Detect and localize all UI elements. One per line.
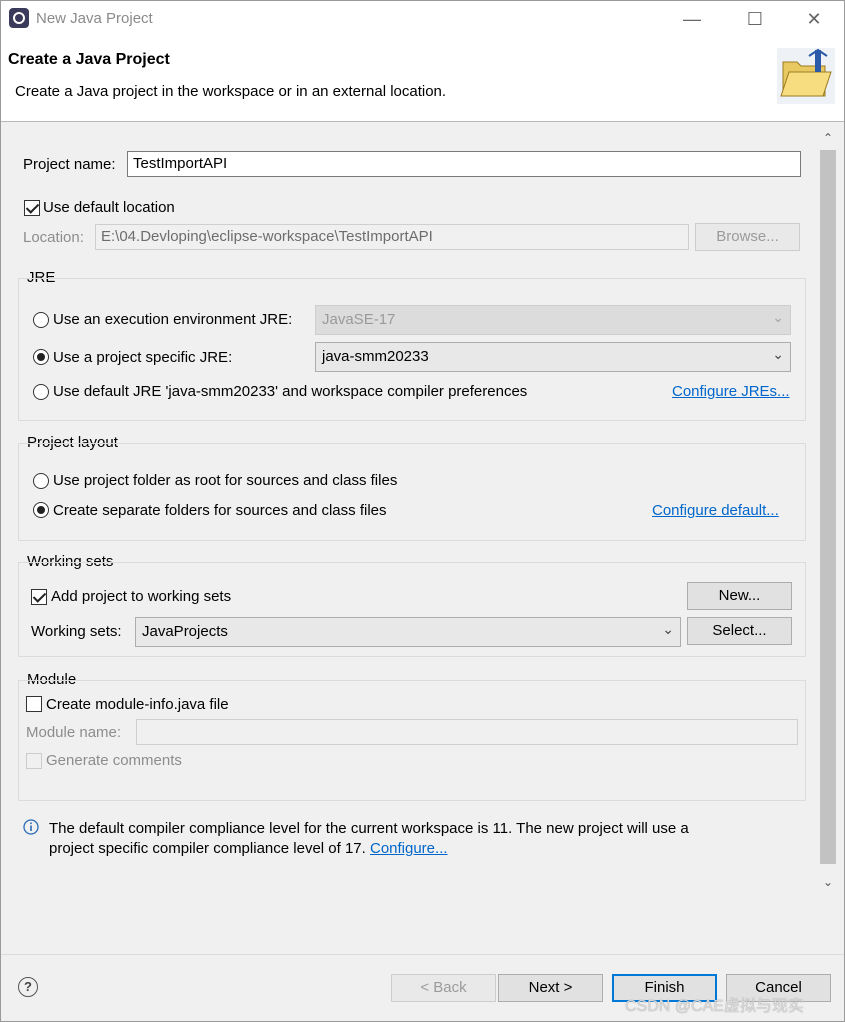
- project-name-input[interactable]: TestImportAPI: [127, 151, 801, 177]
- chevron-down-icon: ⌄: [662, 621, 674, 637]
- add-to-working-sets-label: Add project to working sets: [51, 588, 232, 605]
- module-name-input[interactable]: [136, 719, 798, 745]
- create-module-info-checkbox[interactable]: [26, 696, 42, 712]
- new-working-set-button[interactable]: New...: [687, 582, 792, 610]
- scrollbar-thumb[interactable]: [820, 150, 836, 864]
- add-to-working-sets-checkbox[interactable]: [31, 589, 47, 605]
- select-working-sets-button[interactable]: Select...: [687, 617, 792, 645]
- project-specific-jre-label: Use a project specific JRE:: [53, 349, 233, 366]
- browse-button[interactable]: Browse...: [695, 223, 800, 251]
- exec-env-jre-select[interactable]: JavaSE-17 ⌄: [315, 305, 791, 335]
- info-icon: [23, 819, 39, 835]
- location-label: Location:: [23, 229, 84, 246]
- create-module-info-label: Create module-info.java file: [46, 696, 229, 713]
- watermark: CSDN @CAE虚拟与现实: [625, 998, 804, 1015]
- location-input[interactable]: E:\04.Devloping\eclipse-workspace\TestIm…: [95, 224, 689, 250]
- separate-folders-radio[interactable]: [33, 502, 49, 518]
- working-sets-value: JavaProjects: [142, 623, 228, 640]
- use-default-location-label: Use default location: [43, 199, 175, 216]
- window-title: New Java Project: [36, 10, 153, 27]
- chevron-down-icon: ⌄: [772, 346, 784, 362]
- generate-comments-checkbox[interactable]: [26, 753, 42, 769]
- layout-group: [18, 443, 806, 541]
- separate-folders-label: Create separate folders for sources and …: [53, 502, 387, 519]
- exec-env-jre-radio[interactable]: [33, 312, 49, 328]
- default-jre-radio[interactable]: [33, 384, 49, 400]
- chevron-down-icon: ⌄: [772, 309, 784, 325]
- close-icon[interactable]: ✕: [794, 6, 834, 32]
- project-name-label: Project name:: [23, 156, 116, 173]
- help-icon[interactable]: ?: [18, 977, 38, 997]
- maximize-icon[interactable]: ☐: [735, 6, 775, 32]
- scroll-up-icon[interactable]: ⌃: [818, 129, 838, 147]
- module-name-label: Module name:: [26, 724, 122, 741]
- root-folder-label: Use project folder as root for sources a…: [53, 472, 398, 489]
- page-description: Create a Java project in the workspace o…: [15, 83, 447, 100]
- info-message-text: project specific compiler compliance lev…: [49, 840, 366, 857]
- exec-env-jre-value: JavaSE-17: [322, 311, 396, 328]
- exec-env-jre-label: Use an execution environment JRE:: [53, 311, 293, 328]
- info-message-line2: project specific compiler compliance lev…: [49, 840, 448, 857]
- eclipse-app-icon: [9, 8, 29, 28]
- configure-jres-link[interactable]: Configure JREs...: [672, 383, 790, 400]
- configure-default-link[interactable]: Configure default...: [652, 502, 779, 519]
- page-title: Create a Java Project: [8, 51, 170, 68]
- default-jre-label: Use default JRE 'java-smm20233' and work…: [53, 383, 528, 400]
- minimize-icon[interactable]: —: [672, 6, 712, 32]
- project-specific-jre-select[interactable]: java-smm20233 ⌄: [315, 342, 791, 372]
- project-specific-jre-radio[interactable]: [33, 349, 49, 365]
- root-folder-radio[interactable]: [33, 473, 49, 489]
- working-sets-select[interactable]: JavaProjects ⌄: [135, 617, 681, 647]
- working-sets-label: Working sets:: [31, 623, 122, 640]
- back-button[interactable]: < Back: [391, 974, 496, 1002]
- configure-compliance-link[interactable]: Configure...: [370, 840, 448, 857]
- project-specific-jre-value: java-smm20233: [322, 348, 429, 365]
- use-default-location-checkbox[interactable]: [24, 200, 40, 216]
- folder-icon: [777, 48, 835, 104]
- footer-separator: [0, 954, 845, 955]
- next-button[interactable]: Next >: [498, 974, 603, 1002]
- info-message-line1: The default compiler compliance level fo…: [49, 820, 689, 837]
- scroll-down-icon[interactable]: ⌄: [818, 873, 838, 891]
- generate-comments-label: Generate comments: [46, 752, 182, 769]
